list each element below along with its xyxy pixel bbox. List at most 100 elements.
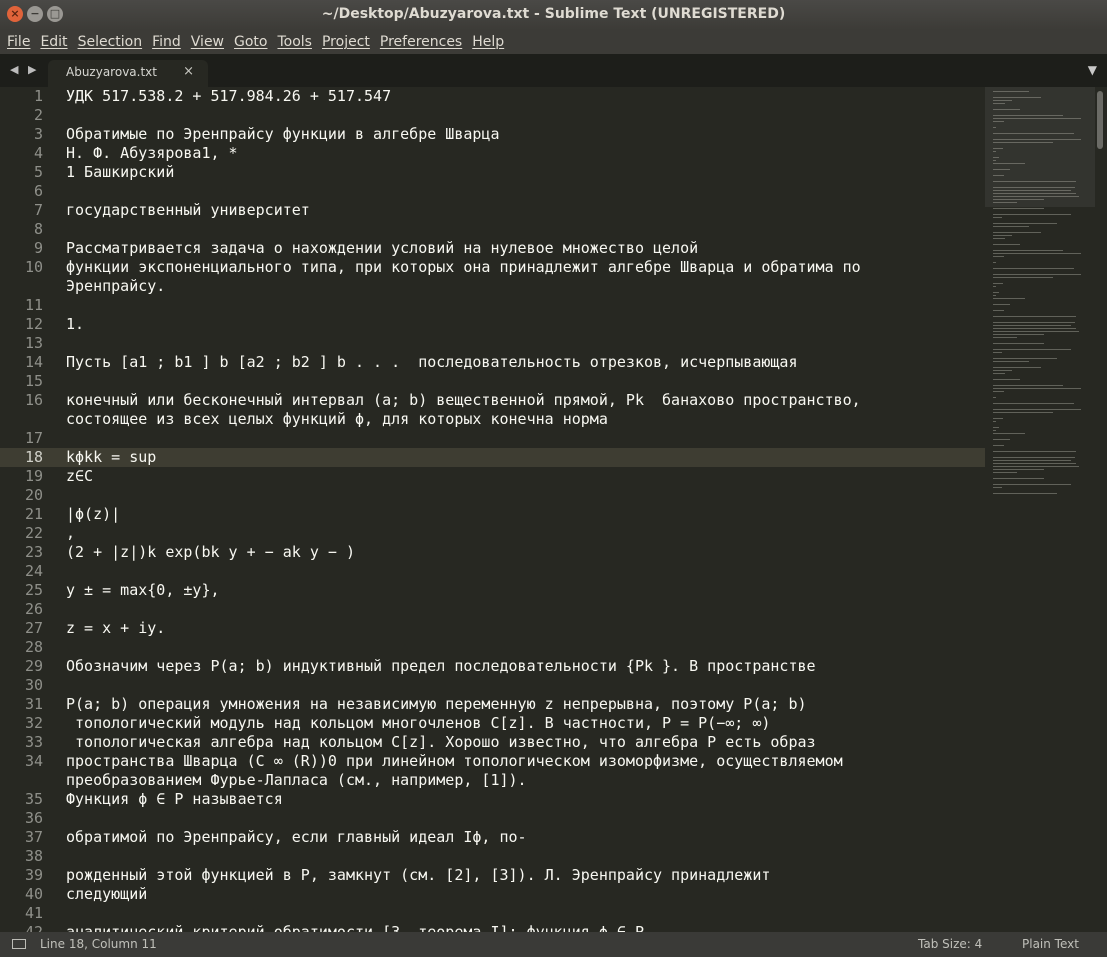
minimap-line	[993, 244, 1020, 245]
text-line[interactable]: пространства Шварца (C ∞ (R))0 при линей…	[66, 752, 843, 771]
menu-find[interactable]: Find	[147, 30, 186, 54]
minimap-line	[993, 199, 1044, 200]
text-line[interactable]: рожденный этой функцией в P, замкнут (см…	[66, 866, 770, 885]
tab-abuzyarova[interactable]: Abuzyarova.txt ×	[48, 60, 208, 87]
minimap-line	[993, 223, 1057, 224]
minimap-line	[993, 118, 1081, 119]
tab-close-icon[interactable]: ×	[183, 64, 194, 79]
minimap-line	[993, 196, 1079, 197]
tab-size-indicator[interactable]: Tab Size: 4	[918, 932, 982, 957]
text-line[interactable]: Обратимые по Эренпрайсу функции в алгебр…	[66, 125, 499, 144]
minimap-line	[993, 367, 1041, 368]
text-line[interactable]: топологический модуль над кольцом многоч…	[66, 714, 770, 733]
text-line[interactable]: (2 + |z|)k exp(bk y + − ak y − )	[66, 543, 355, 562]
menu-tools[interactable]: Tools	[272, 30, 317, 54]
syntax-indicator[interactable]: Plain Text	[1022, 932, 1079, 957]
minimap-line	[993, 388, 1081, 389]
text-buffer[interactable]: УДК 517.538.2 + 517.984.26 + 517.547 Обра…	[66, 87, 966, 932]
tab-label: Abuzyarova.txt	[66, 65, 157, 79]
text-line[interactable]: 1.	[66, 315, 84, 334]
text-line[interactable]: z = x + iy.	[66, 619, 165, 638]
text-line[interactable]: Пусть [a1 ; b1 ] b [a2 ; b2 ] b . . . по…	[66, 353, 798, 372]
menu-preferences[interactable]: Preferences	[375, 30, 467, 54]
tab-dropdown-icon[interactable]: ▼	[1088, 63, 1097, 77]
editor-area[interactable]: 1 2 3 4 5 6 7 8 9 10 11 12 13 14 15 16 17 18 19 20 21 22 23 24 2…	[0, 87, 1107, 932]
minimap-line	[993, 253, 1081, 254]
tab-nav-arrows-icon[interactable]: ◀ ▶	[10, 63, 39, 76]
minimap-line	[993, 232, 1041, 233]
panel-toggle-icon[interactable]	[12, 939, 26, 949]
text-line[interactable]: топологическая алгебра над кольцом C[z].…	[66, 733, 816, 752]
minimap-viewport[interactable]	[985, 87, 1095, 207]
minimap-line	[993, 163, 1025, 164]
line-number: 4	[33, 144, 43, 162]
text-line[interactable]: Н. Ф. Абузярова1, *	[66, 144, 238, 163]
menu-help[interactable]: Help	[467, 30, 509, 54]
line-number: 8	[33, 220, 43, 238]
text-line[interactable]: Обозначим через P(a; b) индуктивный пред…	[66, 657, 816, 676]
text-line[interactable]: Рассматривается задача о нахождении усло…	[66, 239, 698, 258]
text-line[interactable]: Эренпрайсу.	[66, 277, 165, 296]
text-line[interactable]: Функция ϕ ∈ P называется	[66, 790, 283, 809]
minimap-line	[993, 175, 1004, 176]
minimap-line	[993, 286, 996, 287]
minimap-line	[993, 292, 999, 293]
minimap-line	[993, 190, 1071, 191]
minimap[interactable]	[985, 87, 1095, 932]
text-line[interactable]: z∈C	[66, 467, 93, 486]
minimap-line	[993, 433, 1025, 434]
minimap-line	[993, 151, 996, 152]
text-line[interactable]: |ϕ(z)|	[66, 505, 120, 524]
minimap-line	[993, 427, 999, 428]
minimap-line	[993, 226, 1029, 227]
minimap-line	[993, 277, 1053, 278]
menu-goto[interactable]: Goto	[229, 30, 272, 54]
text-line[interactable]: государственный университет	[66, 201, 310, 220]
menu-project[interactable]: Project	[317, 30, 375, 54]
line-number: 39	[24, 866, 43, 884]
minimap-line	[993, 310, 1004, 311]
text-line[interactable]: 1 Башкирский	[66, 163, 174, 182]
line-number: 14	[24, 353, 43, 371]
text-line[interactable]: следующий	[66, 885, 147, 904]
text-line[interactable]: УДК 517.538.2 + 517.984.26 + 517.547	[66, 87, 391, 106]
menu-edit[interactable]: Edit	[35, 30, 72, 54]
minimap-line	[993, 334, 1044, 335]
line-number: 37	[24, 828, 43, 846]
minimap-line	[993, 115, 1063, 116]
minimap-line	[993, 421, 996, 422]
minimap-line	[993, 451, 1076, 452]
text-line[interactable]: преобразованием Фурье-Лапласа (см., напр…	[66, 771, 527, 790]
minimap-line	[993, 337, 1017, 338]
minimap-line	[993, 373, 1005, 374]
text-line[interactable]: конечный или бесконечный интервал (a; b)…	[66, 391, 861, 410]
vertical-scrollbar[interactable]	[1097, 91, 1103, 149]
minimap-line	[993, 322, 1075, 323]
minimap-line	[993, 217, 1002, 218]
minimap-line	[993, 283, 1003, 284]
text-line[interactable]: ,	[66, 524, 75, 543]
text-line[interactable]: функции экспоненциального типа, при кото…	[66, 258, 861, 277]
menu-bar: File Edit Selection Find View Goto Tools…	[0, 30, 1107, 54]
minimap-line	[993, 412, 1053, 413]
minimap-line	[993, 298, 1025, 299]
text-line[interactable]: P(a; b) операция умножения на независиму…	[66, 695, 807, 714]
minimap-line	[993, 268, 1074, 269]
line-number: 1	[33, 87, 43, 105]
minimap-line	[993, 193, 1076, 194]
text-line[interactable]: состоящее из всех целых функций ϕ, для к…	[66, 410, 608, 429]
minimap-line	[993, 484, 1071, 485]
line-number: 9	[33, 239, 43, 257]
menu-view[interactable]: View	[186, 30, 229, 54]
line-number: 33	[24, 733, 43, 751]
minimap-line	[993, 328, 1076, 329]
menu-file[interactable]: File	[2, 30, 35, 54]
text-line[interactable]: y ± = max{0, ±y},	[66, 581, 220, 600]
menu-selection[interactable]: Selection	[73, 30, 148, 54]
text-line[interactable]: обратимой по Эренпрайсу, если главный ид…	[66, 828, 527, 847]
text-line[interactable]: аналитический критерий обратимости [3, т…	[66, 923, 644, 932]
line-number: 15	[24, 372, 43, 390]
minimap-line	[993, 463, 1076, 464]
text-line[interactable]: kϕkk = sup	[66, 448, 156, 467]
minimap-line	[993, 235, 1012, 236]
